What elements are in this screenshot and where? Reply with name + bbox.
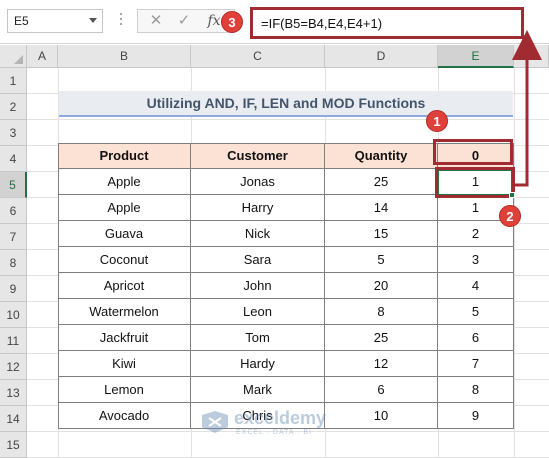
name-box[interactable]: E5 xyxy=(7,9,103,33)
column-header-d[interactable]: D xyxy=(325,45,438,68)
row-header-14[interactable]: 14 xyxy=(0,406,27,432)
row-header-13[interactable]: 13 xyxy=(0,380,27,406)
column-header-a[interactable]: A xyxy=(27,45,58,68)
row-header-11[interactable]: 11 xyxy=(0,328,27,354)
gridline xyxy=(27,119,549,120)
cancel-icon[interactable]: ✕ xyxy=(142,10,170,32)
table-cell-quantity[interactable]: 8 xyxy=(325,299,438,325)
table-cell-quantity[interactable]: 15 xyxy=(325,221,438,247)
table-cell-customer[interactable]: Leon xyxy=(191,299,325,325)
table-cell-value[interactable]: 7 xyxy=(438,351,514,377)
row-header-9[interactable]: 9 xyxy=(0,276,27,302)
table-cell-product[interactable]: Guava xyxy=(58,221,191,247)
exceldemy-logo-icon xyxy=(202,411,228,433)
row-header-15[interactable]: 15 xyxy=(0,432,27,458)
row-header-10[interactable]: 10 xyxy=(0,302,27,328)
step-badge-1: 1 xyxy=(426,110,448,132)
table-cell-quantity[interactable]: 5 xyxy=(325,247,438,273)
table-cell-product[interactable]: Apple xyxy=(58,195,191,221)
chevron-down-icon[interactable] xyxy=(89,18,97,23)
table-cell-customer[interactable]: Sara xyxy=(191,247,325,273)
table-cell-product[interactable]: Watermelon xyxy=(58,299,191,325)
row-header-2[interactable]: 2 xyxy=(0,94,27,120)
table-header-quantity[interactable]: Quantity xyxy=(325,143,438,169)
table-cell-customer[interactable]: Tom xyxy=(191,325,325,351)
formula-bar: E5 ✕ ✓ fx =IF(B5=B4,E4,E4+1) xyxy=(0,0,549,44)
row-header-12[interactable]: 12 xyxy=(0,354,27,380)
fill-handle[interactable] xyxy=(509,192,515,198)
row-header-6[interactable]: 6 xyxy=(0,198,27,224)
column-header-c[interactable]: C xyxy=(191,45,325,68)
table-cell-quantity[interactable]: 14 xyxy=(325,195,438,221)
table-cell-quantity[interactable]: 12 xyxy=(325,351,438,377)
table-cell-value[interactable]: 8 xyxy=(438,377,514,403)
step-badge-3: 3 xyxy=(221,11,243,33)
row-header-8[interactable]: 8 xyxy=(0,250,27,276)
enter-icon[interactable]: ✓ xyxy=(170,10,198,32)
table-cell-value[interactable]: 6 xyxy=(438,325,514,351)
table-cell-customer[interactable]: Nick xyxy=(191,221,325,247)
table-cell-customer[interactable]: Jonas xyxy=(191,169,325,195)
name-box-value: E5 xyxy=(14,14,29,28)
table-cell-product[interactable]: Apple xyxy=(58,169,191,195)
row-header-7[interactable]: 7 xyxy=(0,224,27,250)
table-cell-customer[interactable]: Hardy xyxy=(191,351,325,377)
table-cell-customer[interactable]: Mark xyxy=(191,377,325,403)
table-cell-product[interactable]: Lemon xyxy=(58,377,191,403)
table-cell-product[interactable]: Avocado xyxy=(58,403,191,429)
table-cell-value[interactable]: 9 xyxy=(438,403,514,429)
watermark-name: exceldemy xyxy=(234,408,327,428)
more-options-icon[interactable] xyxy=(113,10,129,32)
table-cell-quantity[interactable]: 25 xyxy=(325,169,438,195)
watermark-tagline: EXCEL · DATA · BI xyxy=(236,429,312,436)
table-cell-value[interactable]: 4 xyxy=(438,273,514,299)
table-cell-customer[interactable]: John xyxy=(191,273,325,299)
table-cell-quantity[interactable]: 25 xyxy=(325,325,438,351)
table-header-product[interactable]: Product xyxy=(58,143,191,169)
table-cell-product[interactable]: Apricot xyxy=(58,273,191,299)
row-header-1[interactable]: 1 xyxy=(0,68,27,94)
table-cell-product[interactable]: Coconut xyxy=(58,247,191,273)
table-cell-quantity[interactable]: 20 xyxy=(325,273,438,299)
row-header-4[interactable]: 4 xyxy=(0,146,27,172)
column-header-e[interactable]: E xyxy=(438,45,514,68)
table-cell-value[interactable]: 3 xyxy=(438,247,514,273)
row-header-5[interactable]: 5 xyxy=(0,172,27,198)
step-badge-2: 2 xyxy=(499,205,521,227)
table-cell-quantity[interactable]: 6 xyxy=(325,377,438,403)
table-cell-product[interactable]: Jackfruit xyxy=(58,325,191,351)
formula-input[interactable]: =IF(B5=B4,E4,E4+1) xyxy=(250,7,524,39)
column-header-b[interactable]: B xyxy=(58,45,191,68)
e5-callout-box xyxy=(435,167,515,198)
watermark: exceldemy EXCEL · DATA · BI xyxy=(200,408,360,442)
row-header-3[interactable]: 3 xyxy=(0,120,27,146)
column-header-f[interactable] xyxy=(514,45,549,68)
table-cell-value[interactable]: 5 xyxy=(438,299,514,325)
select-all-button[interactable] xyxy=(0,45,27,68)
table-cell-product[interactable]: Kiwi xyxy=(58,351,191,377)
table-cell-customer[interactable]: Harry xyxy=(191,195,325,221)
table-header-customer[interactable]: Customer xyxy=(191,143,325,169)
gridline xyxy=(514,68,515,458)
e4-callout-box xyxy=(433,139,513,165)
